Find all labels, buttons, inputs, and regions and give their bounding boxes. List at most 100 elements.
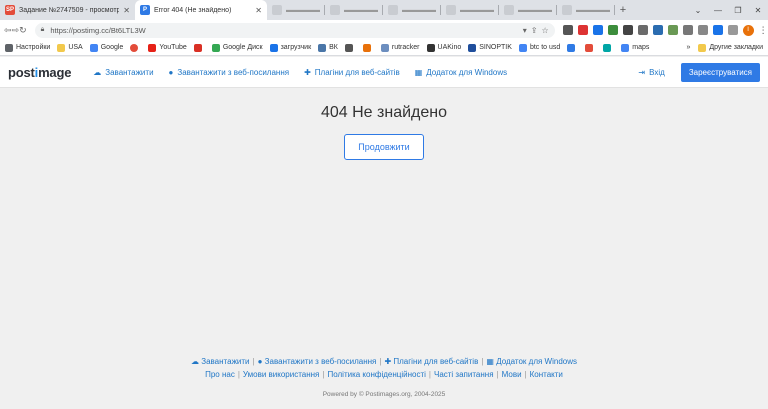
tab-blurred[interactable]: ▬▬▬▬▬ xyxy=(441,0,499,20)
folder-icon xyxy=(57,43,66,52)
globe-icon: ● xyxy=(257,357,265,366)
extension-icon[interactable] xyxy=(562,25,573,35)
download-icon[interactable] xyxy=(712,25,723,35)
bookmark-item[interactable] xyxy=(362,43,374,52)
tab-active[interactable]: P Error 404 (Не знайдено) ✕ xyxy=(135,0,267,20)
footer-faq-link[interactable]: Часті запитання xyxy=(434,370,494,379)
extension-icon[interactable] xyxy=(607,25,618,35)
menu-icon[interactable]: ⋮ xyxy=(759,25,768,35)
extension-icon[interactable] xyxy=(637,25,648,35)
back-icon[interactable]: ⇦ xyxy=(4,25,12,36)
puzzle-icon[interactable] xyxy=(697,25,708,35)
cloud-upload-icon: ☁ xyxy=(191,357,202,366)
new-tab-button[interactable]: + xyxy=(615,4,631,16)
footer-plugins-link[interactable]: ✚ Плагіни для веб-сайтів xyxy=(384,357,478,366)
other-bookmarks[interactable]: Другие закладки xyxy=(698,43,763,52)
sign-in-icon: ⇥ xyxy=(638,67,646,77)
bookmark-item[interactable]: SINOPTIK xyxy=(468,43,512,52)
globe-icon: ● xyxy=(168,67,174,77)
bookmark-item[interactable]: rutracker xyxy=(380,43,420,52)
bookmark-item[interactable]: UAKino xyxy=(426,43,461,52)
browser-toolbar: ⇦ ⇨ ↻ 🔒︎ https://postimg.cc/Bt6LTL3W ▾ ⇪… xyxy=(0,20,768,40)
share-icon[interactable]: ⇪ xyxy=(531,26,538,35)
close-tab-icon[interactable]: ✕ xyxy=(123,6,130,15)
rutracker-icon xyxy=(380,43,389,52)
nav-upload-from-url[interactable]: ● Завантажити з веб-посилання xyxy=(169,68,290,77)
footer-contacts-link[interactable]: Контакти xyxy=(530,370,563,379)
bookmark-item[interactable] xyxy=(344,43,356,52)
lock-icon[interactable]: 🔒︎ xyxy=(41,26,45,34)
sidebar-icon[interactable] xyxy=(727,25,738,35)
maps-icon xyxy=(621,43,630,52)
reload-icon[interactable]: ↻ xyxy=(19,25,27,36)
uakino-icon xyxy=(426,43,435,52)
profile-avatar[interactable]: I xyxy=(742,24,754,36)
footer-upload-link[interactable]: ☁ Завантажити xyxy=(191,357,250,366)
bookmark-item[interactable]: Google Диск xyxy=(211,43,263,52)
windows-icon: ▦ xyxy=(414,67,423,77)
google-drive-icon xyxy=(211,43,220,52)
bookmark-item[interactable] xyxy=(585,43,596,52)
bookmark-item[interactable]: Настройки xyxy=(5,43,50,52)
bookmark-icon xyxy=(585,43,594,52)
bookmark-star-icon[interactable]: ☆ xyxy=(541,26,548,35)
tab-blurred[interactable]: ▬▬▬▬▬ xyxy=(499,0,557,20)
tab-blurred[interactable]: ▬▬▬▬▬ xyxy=(383,0,441,20)
footer-upload-url-link[interactable]: ● Завантажити з веб-посилання xyxy=(258,357,377,366)
tab-task[interactable]: SP Задание №2747509 - просмотр з ✕ xyxy=(0,0,135,20)
forward-icon[interactable]: ⇨ xyxy=(12,25,20,36)
bookmark-item[interactable]: btc to usd xyxy=(518,43,560,52)
site-header: postimage ☁ Завантажити ● Завантажити з … xyxy=(0,57,768,88)
register-button[interactable]: Зареєструватися xyxy=(680,62,760,82)
url-text: https://postimg.cc/Bt6LTL3W xyxy=(50,25,146,35)
google-icon xyxy=(518,43,527,52)
minimize-icon[interactable]: — xyxy=(708,6,728,15)
footer-windows-link[interactable]: ▦ Додаток для Windows xyxy=(486,357,577,366)
nav-plugins[interactable]: ✚ Плагіни для веб-сайтів xyxy=(304,68,400,77)
more-bookmarks-button[interactable]: » xyxy=(686,44,690,51)
nav-upload[interactable]: ☁ Завантажити xyxy=(93,68,153,77)
postimage-logo[interactable]: postimage xyxy=(8,65,71,80)
cloud-upload-icon: ☁ xyxy=(93,67,102,77)
tab-blurred[interactable]: ▬▬▬▬▬ xyxy=(557,0,615,20)
footer-languages-link[interactable]: Мови xyxy=(502,370,522,379)
bookmark-item[interactable]: Google xyxy=(89,43,123,52)
login-link[interactable]: ⇥ Вхід xyxy=(638,68,664,77)
footer-about-link[interactable]: Про нас xyxy=(205,370,235,379)
bookmark-item[interactable] xyxy=(193,43,205,52)
sp-favicon-icon: SP xyxy=(5,5,15,15)
gmail-icon xyxy=(193,43,202,52)
bookmark-item[interactable]: YouTube xyxy=(148,43,187,52)
footer-privacy-link[interactable]: Політика конфіденційності xyxy=(327,370,425,379)
tab-blurred[interactable]: ▬▬▬▬▬ xyxy=(325,0,383,20)
address-bar[interactable]: 🔒︎ https://postimg.cc/Bt6LTL3W ▾ ⇪ ☆ xyxy=(34,22,555,38)
maximize-icon[interactable]: ❐ xyxy=(728,6,748,15)
tab-search-icon[interactable]: ⌄ xyxy=(688,6,708,15)
extension-icon[interactable] xyxy=(592,25,603,35)
footer-terms-link[interactable]: Умови використання xyxy=(243,370,319,379)
close-tab-icon[interactable]: ✕ xyxy=(255,6,262,15)
bookmark-item[interactable] xyxy=(603,43,614,52)
bookmark-item[interactable]: USA xyxy=(57,43,83,52)
extension-icon[interactable] xyxy=(682,25,693,35)
extension-icon[interactable] xyxy=(652,25,663,35)
bookmark-item[interactable] xyxy=(130,43,141,52)
extension-icon[interactable] xyxy=(577,25,588,35)
bookmark-item[interactable]: ВК xyxy=(318,43,338,52)
bookmark-icon xyxy=(567,43,576,52)
bookmarks-bar: Настройки USA Google YouTube Google Диск… xyxy=(0,40,768,56)
windows-icon: ▦ xyxy=(486,357,497,366)
dropdown-icon[interactable]: ▾ xyxy=(523,26,527,35)
bookmark-item[interactable]: maps xyxy=(621,43,649,52)
gear-icon xyxy=(5,43,13,52)
puzzle-icon: ✚ xyxy=(304,67,311,77)
bookmark-item[interactable]: загрузчик xyxy=(269,43,311,52)
favicon-icon xyxy=(562,5,572,15)
bookmark-item[interactable] xyxy=(567,43,578,52)
close-window-icon[interactable]: ✕ xyxy=(748,6,768,15)
nav-windows-app[interactable]: ▦ Додаток для Windows xyxy=(415,68,507,77)
continue-button[interactable]: Продовжити xyxy=(344,134,424,160)
extension-icon[interactable] xyxy=(667,25,678,35)
extension-icon[interactable] xyxy=(622,25,633,35)
tab-blurred[interactable]: ▬▬▬▬▬ xyxy=(267,0,325,20)
